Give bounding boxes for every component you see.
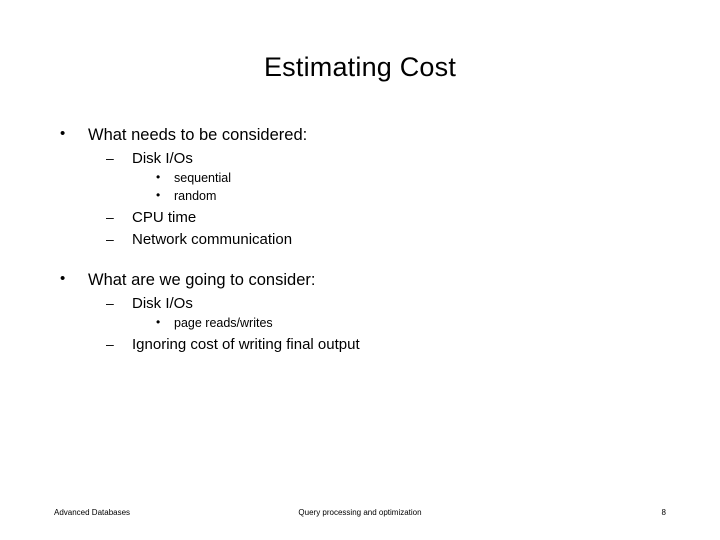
bullet-marker-level1: • <box>60 125 66 142</box>
slide-body: • What needs to be considered: – Disk I/… <box>52 118 672 355</box>
bullet-level2: – Network communication <box>52 230 672 250</box>
bullet-level2: – Disk I/Os <box>52 294 672 314</box>
bullet-text: Disk I/Os <box>132 150 193 168</box>
bullet-marker-level3: • <box>156 169 161 184</box>
bullet-level1: • What are we going to consider: <box>52 269 672 291</box>
bullet-level1: • What needs to be considered: <box>52 124 672 146</box>
bullet-text: sequential <box>174 170 231 185</box>
bullet-text: What are we going to consider: <box>88 271 316 290</box>
page-title: Estimating Cost <box>263 52 457 82</box>
bullet-text: random <box>174 188 217 203</box>
bullet-level3: • sequential <box>52 170 672 187</box>
bullet-level3: • random <box>52 188 672 205</box>
bullet-level2: – Ignoring cost of writing final output <box>52 335 672 355</box>
bullet-marker-level3: • <box>156 187 161 202</box>
bullet-level2: – CPU time <box>52 208 672 228</box>
bullet-text: Ignoring cost of writing final output <box>132 336 360 354</box>
slide-footer: Advanced Databases Query processing and … <box>0 500 720 540</box>
bullet-marker-level2: – <box>106 336 114 353</box>
bullet-level3: • page reads/writes <box>52 315 672 332</box>
bullet-marker-level2: – <box>106 295 114 312</box>
bullet-marker-level2: – <box>106 231 114 248</box>
footer-page-number: 8 <box>661 508 666 517</box>
bullet-text: Network communication <box>132 231 293 249</box>
bullet-marker-level3: • <box>156 315 161 330</box>
bullet-text: CPU time <box>132 208 197 226</box>
bullet-text: Disk I/Os <box>132 295 193 313</box>
footer-topic: Query processing and optimization <box>298 508 422 517</box>
slide: Estimating Cost • What needs to be consi… <box>0 0 720 540</box>
bullet-level2: – Disk I/Os <box>52 149 672 169</box>
bullet-text: page reads/writes <box>174 316 273 331</box>
bullet-text: What needs to be considered: <box>88 126 308 144</box>
bullet-marker-level1: • <box>60 270 66 288</box>
bullet-marker-level2: – <box>106 208 114 225</box>
bullet-marker-level2: – <box>106 150 114 167</box>
